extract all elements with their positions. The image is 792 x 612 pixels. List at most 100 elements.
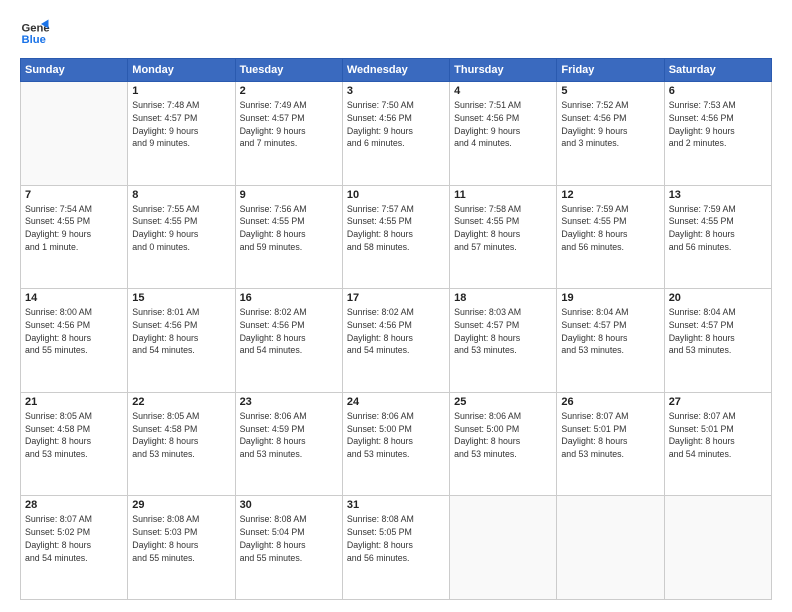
day-detail: Sunrise: 7:48 AM Sunset: 4:57 PM Dayligh… xyxy=(132,99,230,150)
weekday-monday: Monday xyxy=(128,59,235,82)
day-detail: Sunrise: 8:06 AM Sunset: 5:00 PM Dayligh… xyxy=(347,410,445,461)
week-row-1: 1 Sunrise: 7:48 AM Sunset: 4:57 PM Daylig… xyxy=(21,82,772,186)
day-number: 10 xyxy=(347,189,445,201)
day-detail: Sunrise: 7:59 AM Sunset: 4:55 PM Dayligh… xyxy=(669,203,767,254)
day-number: 1 xyxy=(132,85,230,97)
day-number: 24 xyxy=(347,396,445,408)
calendar-cell: 18Sunrise: 8:03 AM Sunset: 4:57 PM Dayli… xyxy=(450,289,557,393)
day-detail: Sunrise: 8:04 AM Sunset: 4:57 PM Dayligh… xyxy=(669,306,767,357)
day-number: 23 xyxy=(240,396,338,408)
day-detail: Sunrise: 7:55 AM Sunset: 4:55 PM Dayligh… xyxy=(132,203,230,254)
calendar-cell: 26Sunrise: 8:07 AM Sunset: 5:01 PM Dayli… xyxy=(557,392,664,496)
day-number: 31 xyxy=(347,499,445,511)
calendar-cell: 9 Sunrise: 7:56 AM Sunset: 4:55 PM Daylig… xyxy=(235,185,342,289)
day-number: 16 xyxy=(240,292,338,304)
day-number: 30 xyxy=(240,499,338,511)
svg-text:Blue: Blue xyxy=(22,34,46,46)
day-detail: Sunrise: 7:49 AM Sunset: 4:57 PM Dayligh… xyxy=(240,99,338,150)
calendar-cell: 15 Sunrise: 8:01 AM Sunset: 4:56 PM Dayli… xyxy=(128,289,235,393)
day-number: 28 xyxy=(25,499,123,511)
calendar-cell: 31 Sunrise: 8:08 AM Sunset: 5:05 PM Dayli… xyxy=(342,496,449,600)
day-detail: Sunrise: 8:05 AM Sunset: 4:58 PM Dayligh… xyxy=(132,410,230,461)
calendar-cell xyxy=(450,496,557,600)
calendar-cell: 11Sunrise: 7:58 AM Sunset: 4:55 PM Dayli… xyxy=(450,185,557,289)
calendar-cell: 25 Sunrise: 8:06 AM Sunset: 5:00 PM Dayli… xyxy=(450,392,557,496)
day-number: 20 xyxy=(669,292,767,304)
calendar-cell: 14Sunrise: 8:00 AM Sunset: 4:56 PM Dayli… xyxy=(21,289,128,393)
header: General Blue xyxy=(20,18,772,48)
day-detail: Sunrise: 7:50 AM Sunset: 4:56 PM Dayligh… xyxy=(347,99,445,150)
day-number: 15 xyxy=(132,292,230,304)
day-detail: Sunrise: 8:08 AM Sunset: 5:03 PM Dayligh… xyxy=(132,513,230,564)
day-number: 13 xyxy=(669,189,767,201)
day-detail: Sunrise: 8:06 AM Sunset: 4:59 PM Dayligh… xyxy=(240,410,338,461)
page: General Blue SundayMondayTuesdayWednesda… xyxy=(0,0,792,612)
weekday-wednesday: Wednesday xyxy=(342,59,449,82)
day-detail: Sunrise: 8:08 AM Sunset: 5:05 PM Dayligh… xyxy=(347,513,445,564)
day-detail: Sunrise: 8:02 AM Sunset: 4:56 PM Dayligh… xyxy=(240,306,338,357)
calendar-cell: 7 Sunrise: 7:54 AM Sunset: 4:55 PM Daylig… xyxy=(21,185,128,289)
day-number: 4 xyxy=(454,85,552,97)
calendar-cell: 20 Sunrise: 8:04 AM Sunset: 4:57 PM Dayli… xyxy=(664,289,771,393)
weekday-friday: Friday xyxy=(557,59,664,82)
day-number: 3 xyxy=(347,85,445,97)
day-detail: Sunrise: 7:53 AM Sunset: 4:56 PM Dayligh… xyxy=(669,99,767,150)
day-number: 2 xyxy=(240,85,338,97)
calendar-cell: 19 Sunrise: 8:04 AM Sunset: 4:57 PM Dayli… xyxy=(557,289,664,393)
day-detail: Sunrise: 8:06 AM Sunset: 5:00 PM Dayligh… xyxy=(454,410,552,461)
day-number: 21 xyxy=(25,396,123,408)
day-number: 25 xyxy=(454,396,552,408)
weekday-thursday: Thursday xyxy=(450,59,557,82)
week-row-3: 14Sunrise: 8:00 AM Sunset: 4:56 PM Dayli… xyxy=(21,289,772,393)
weekday-sunday: Sunday xyxy=(21,59,128,82)
calendar-cell: 28Sunrise: 8:07 AM Sunset: 5:02 PM Dayli… xyxy=(21,496,128,600)
calendar-cell xyxy=(664,496,771,600)
day-number: 5 xyxy=(561,85,659,97)
day-detail: Sunrise: 7:51 AM Sunset: 4:56 PM Dayligh… xyxy=(454,99,552,150)
logo: General Blue xyxy=(20,18,50,48)
day-detail: Sunrise: 8:01 AM Sunset: 4:56 PM Dayligh… xyxy=(132,306,230,357)
logo-icon: General Blue xyxy=(20,18,50,48)
day-detail: Sunrise: 7:54 AM Sunset: 4:55 PM Dayligh… xyxy=(25,203,123,254)
calendar-cell: 10Sunrise: 7:57 AM Sunset: 4:55 PM Dayli… xyxy=(342,185,449,289)
calendar-table: SundayMondayTuesdayWednesdayThursdayFrid… xyxy=(20,58,772,600)
day-detail: Sunrise: 8:07 AM Sunset: 5:01 PM Dayligh… xyxy=(669,410,767,461)
calendar-cell: 30 Sunrise: 8:08 AM Sunset: 5:04 PM Dayli… xyxy=(235,496,342,600)
calendar-cell: 23 Sunrise: 8:06 AM Sunset: 4:59 PM Dayli… xyxy=(235,392,342,496)
day-number: 26 xyxy=(561,396,659,408)
weekday-header-row: SundayMondayTuesdayWednesdayThursdayFrid… xyxy=(21,59,772,82)
day-number: 29 xyxy=(132,499,230,511)
day-detail: Sunrise: 7:59 AM Sunset: 4:55 PM Dayligh… xyxy=(561,203,659,254)
calendar-cell: 3 Sunrise: 7:50 AM Sunset: 4:56 PM Daylig… xyxy=(342,82,449,186)
day-number: 9 xyxy=(240,189,338,201)
calendar-cell: 13 Sunrise: 7:59 AM Sunset: 4:55 PM Dayli… xyxy=(664,185,771,289)
day-number: 6 xyxy=(669,85,767,97)
day-detail: Sunrise: 7:52 AM Sunset: 4:56 PM Dayligh… xyxy=(561,99,659,150)
day-number: 7 xyxy=(25,189,123,201)
day-detail: Sunrise: 8:08 AM Sunset: 5:04 PM Dayligh… xyxy=(240,513,338,564)
day-number: 19 xyxy=(561,292,659,304)
calendar-cell: 16 Sunrise: 8:02 AM Sunset: 4:56 PM Dayli… xyxy=(235,289,342,393)
day-detail: Sunrise: 8:04 AM Sunset: 4:57 PM Dayligh… xyxy=(561,306,659,357)
weekday-saturday: Saturday xyxy=(664,59,771,82)
calendar-cell: 5 Sunrise: 7:52 AM Sunset: 4:56 PM Daylig… xyxy=(557,82,664,186)
day-number: 27 xyxy=(669,396,767,408)
calendar-cell: 2 Sunrise: 7:49 AM Sunset: 4:57 PM Daylig… xyxy=(235,82,342,186)
day-number: 14 xyxy=(25,292,123,304)
calendar-cell: 4 Sunrise: 7:51 AM Sunset: 4:56 PM Daylig… xyxy=(450,82,557,186)
calendar-cell: 12 Sunrise: 7:59 AM Sunset: 4:55 PM Dayli… xyxy=(557,185,664,289)
calendar-cell: 21 Sunrise: 8:05 AM Sunset: 4:58 PM Dayli… xyxy=(21,392,128,496)
weekday-tuesday: Tuesday xyxy=(235,59,342,82)
day-detail: Sunrise: 7:56 AM Sunset: 4:55 PM Dayligh… xyxy=(240,203,338,254)
week-row-2: 7 Sunrise: 7:54 AM Sunset: 4:55 PM Daylig… xyxy=(21,185,772,289)
day-detail: Sunrise: 8:05 AM Sunset: 4:58 PM Dayligh… xyxy=(25,410,123,461)
week-row-4: 21 Sunrise: 8:05 AM Sunset: 4:58 PM Dayli… xyxy=(21,392,772,496)
day-number: 8 xyxy=(132,189,230,201)
calendar-cell: 1 Sunrise: 7:48 AM Sunset: 4:57 PM Daylig… xyxy=(128,82,235,186)
day-number: 17 xyxy=(347,292,445,304)
calendar-cell: 17Sunrise: 8:02 AM Sunset: 4:56 PM Dayli… xyxy=(342,289,449,393)
calendar-cell: 6 Sunrise: 7:53 AM Sunset: 4:56 PM Daylig… xyxy=(664,82,771,186)
calendar-cell: 27 Sunrise: 8:07 AM Sunset: 5:01 PM Dayli… xyxy=(664,392,771,496)
day-number: 12 xyxy=(561,189,659,201)
calendar-cell: 22Sunrise: 8:05 AM Sunset: 4:58 PM Dayli… xyxy=(128,392,235,496)
